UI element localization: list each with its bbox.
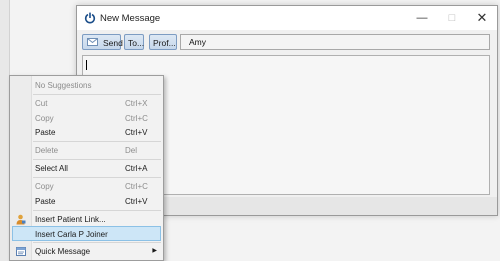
minimize-button[interactable]: —	[407, 6, 437, 30]
patient-icon	[16, 214, 26, 225]
menu-separator	[33, 210, 161, 211]
menu-item-shortcut: Ctrl+V	[125, 197, 148, 206]
menu-item-paste-2[interactable]: Paste Ctrl+V	[12, 194, 161, 209]
submenu-arrow-icon: ▶	[152, 248, 157, 254]
maximize-icon: □	[448, 12, 456, 24]
menu-separator	[33, 141, 161, 142]
menu-item-label: Delete	[35, 146, 59, 155]
menu-item-quick-message[interactable]: Quick Message ▶	[12, 244, 161, 259]
context-menu: No Suggestions Cut Ctrl+X Copy Ctrl+C Pa…	[9, 75, 164, 261]
prof-button[interactable]: Prof...	[149, 34, 177, 50]
menu-separator	[33, 94, 161, 95]
send-label: Send	[103, 38, 123, 48]
prof-label: Prof...	[153, 38, 176, 48]
menu-item-insert-carla-p-joiner[interactable]: Insert Carla P Joiner	[12, 226, 161, 241]
to-button[interactable]: To...	[124, 34, 144, 50]
close-button[interactable]: ✕	[467, 6, 497, 30]
menu-item-shortcut: Ctrl+A	[125, 164, 148, 173]
menu-item-label: Quick Message	[35, 247, 91, 256]
recipient-field[interactable]: Amy	[180, 34, 490, 50]
menu-item-paste[interactable]: Paste Ctrl+V	[12, 125, 161, 140]
menu-item-shortcut: Ctrl+V	[125, 128, 148, 137]
minimize-icon: —	[416, 12, 428, 24]
send-button[interactable]: Send	[82, 34, 123, 50]
menu-item-insert-patient-link[interactable]: Insert Patient Link...	[12, 212, 161, 227]
text-caret	[86, 60, 87, 70]
message-icon	[16, 247, 26, 256]
message-toolbar: Send To... Prof... Amy	[77, 30, 497, 54]
menu-item-shortcut: Ctrl+C	[125, 114, 148, 123]
window-title: New Message	[100, 13, 161, 24]
menu-separator	[33, 177, 161, 178]
menu-separator	[33, 242, 161, 243]
menu-item-no-suggestions: No Suggestions	[12, 78, 161, 93]
menu-item-label: Cut	[35, 99, 48, 108]
menu-item-label: Copy	[35, 182, 54, 191]
menu-item-shortcut: Ctrl+X	[125, 99, 148, 108]
menu-item-label: Select All	[35, 164, 68, 173]
send-icon	[87, 38, 98, 46]
maximize-button[interactable]: □	[437, 6, 467, 30]
menu-item-label: Insert Patient Link...	[35, 215, 106, 224]
power-icon	[84, 12, 96, 24]
menu-item-label: Paste	[35, 128, 56, 137]
menu-item-shortcut: Del	[125, 146, 138, 155]
close-icon: ✕	[476, 10, 488, 25]
to-label: To...	[128, 38, 145, 48]
menu-item-label: Insert Carla P Joiner	[35, 230, 108, 239]
menu-item-delete[interactable]: Delete Del	[12, 143, 161, 158]
title-bar: New Message — □ ✕	[77, 6, 497, 30]
menu-item-label: Copy	[35, 114, 54, 123]
menu-item-cut[interactable]: Cut Ctrl+X	[12, 96, 161, 111]
menu-item-label: No Suggestions	[35, 81, 92, 90]
menu-item-select-all[interactable]: Select All Ctrl+A	[12, 161, 161, 176]
menu-item-label: Paste	[35, 197, 56, 206]
menu-item-copy-2[interactable]: Copy Ctrl+C	[12, 179, 161, 194]
menu-item-copy[interactable]: Copy Ctrl+C	[12, 111, 161, 126]
menu-item-shortcut: Ctrl+C	[125, 182, 148, 191]
menu-separator	[33, 159, 161, 160]
